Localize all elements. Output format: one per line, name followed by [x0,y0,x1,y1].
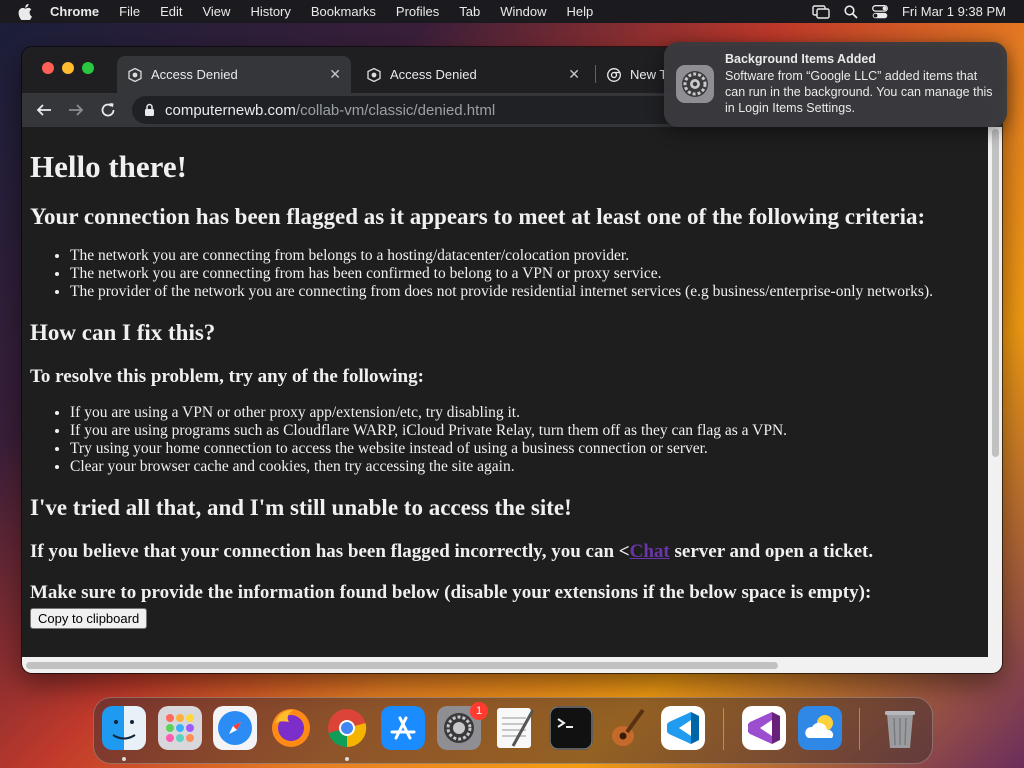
apple-logo-icon[interactable] [18,3,36,20]
spotlight-search-icon[interactable] [844,4,858,19]
close-tab-icon[interactable]: ✕ [568,66,580,83]
incorrect-prefix: If you believe that your connection has … [30,541,630,562]
minimize-window-button[interactable] [62,62,74,74]
tab-access-denied-2[interactable]: Access Denied ✕ [356,56,590,93]
close-window-button[interactable] [42,62,54,74]
dock-separator [859,708,860,750]
zoom-window-button[interactable] [82,62,94,74]
chrome-window: Access Denied ✕ Access Denied ✕ New T co… [22,47,1002,673]
list-item: The network you are connecting from belo… [70,247,980,265]
flagged-heading: Your connection has been flagged as it a… [30,204,926,229]
collabvm-favicon-icon [127,67,143,83]
safari-icon[interactable] [213,706,257,750]
horizontal-scroll-thumb[interactable] [26,662,778,669]
textedit-icon[interactable] [493,706,537,750]
tab-title: Access Denied [390,67,477,82]
menu-history[interactable]: History [250,4,290,19]
app-store-icon[interactable] [381,706,425,750]
dock-separator [723,708,724,750]
menu-bookmarks[interactable]: Bookmarks [311,4,376,19]
system-settings-gear-icon [676,65,714,103]
running-indicator [122,757,126,761]
screen-mirroring-icon[interactable] [812,4,830,19]
menu-view[interactable]: View [202,4,230,19]
criteria-list: The network you are connecting from belo… [30,247,980,301]
menu-window[interactable]: Window [500,4,546,19]
vscode-icon[interactable] [661,706,705,750]
menu-edit[interactable]: Edit [160,4,182,19]
incorrect-suffix: server and open a ticket. [669,541,874,562]
list-item: The provider of the network you are conn… [70,283,980,301]
finder-icon[interactable] [102,706,146,750]
tab-access-denied-1[interactable]: Access Denied ✕ [117,56,351,93]
menu-tab[interactable]: Tab [459,4,480,19]
list-item: Try using your home connection to access… [70,440,980,458]
menu-file[interactable]: File [119,4,140,19]
window-controls [42,62,94,74]
notification-title: Background Items Added [725,52,876,66]
dock: 1 [93,697,933,764]
fixes-list: If you are using a VPN or other proxy ap… [30,404,980,476]
url-host: computernewb.com [165,101,296,119]
reload-icon[interactable] [99,101,117,119]
vertical-scroll-thumb[interactable] [992,129,999,457]
collabvm-favicon-icon [366,67,382,83]
flagged-incorrectly-text: If you believe that your connection has … [30,540,980,563]
menu-profiles[interactable]: Profiles [396,4,439,19]
terminal-icon[interactable] [549,706,593,750]
chrome-icon[interactable] [325,706,369,750]
list-item: If you are using a VPN or other proxy ap… [70,404,980,422]
still-unable-heading: I've tried all that, and I'm still unabl… [30,495,572,520]
provide-info-text: Make sure to provide the information fou… [30,582,872,603]
tab-title: New T [630,67,668,82]
garageband-icon[interactable] [605,706,649,750]
fix-heading: How can I fix this? [30,320,216,345]
menu-clock[interactable]: Fri Mar 1 9:38 PM [902,4,1006,19]
url-path: /collab-vm/classic/denied.html [295,101,496,119]
chrome-favicon-icon [606,67,622,83]
vertical-scrollbar[interactable] [988,127,1002,657]
close-tab-icon[interactable]: ✕ [329,66,341,83]
launchpad-icon[interactable] [158,706,202,750]
control-center-icon[interactable] [872,4,888,19]
trash-icon[interactable] [878,706,922,750]
chat-link[interactable]: Chat [630,541,670,562]
forward-icon[interactable] [67,101,85,119]
notification-body: Software from “Google LLC” added items t… [725,69,993,115]
visual-studio-icon[interactable] [742,706,786,750]
resolve-heading: To resolve this problem, try any of the … [30,366,424,387]
back-icon[interactable] [35,101,53,119]
menu-app-name[interactable]: Chrome [50,4,99,19]
copy-to-clipboard-button[interactable]: Copy to clipboard [30,608,148,629]
settings-notification-badge: 1 [470,702,488,720]
menu-bar: Chrome File Edit View History Bookmarks … [0,0,1024,23]
list-item: Clear your browser cache and cookies, th… [70,458,980,476]
menu-help[interactable]: Help [567,4,594,19]
list-item: The network you are connecting from has … [70,265,980,283]
weather-icon[interactable] [798,706,842,750]
running-indicator [345,757,349,761]
site-info-icon[interactable] [144,103,155,117]
tab-title: Access Denied [151,67,238,82]
background-items-notification[interactable]: Background Items Added Software from “Go… [664,42,1007,127]
firefox-icon[interactable] [269,706,313,750]
page-heading: Hello there! [30,149,187,184]
horizontal-scrollbar[interactable] [22,657,1002,673]
page-content: Hello there! Your connection has been fl… [22,127,988,657]
list-item: If you are using programs such as Cloudf… [70,422,980,440]
